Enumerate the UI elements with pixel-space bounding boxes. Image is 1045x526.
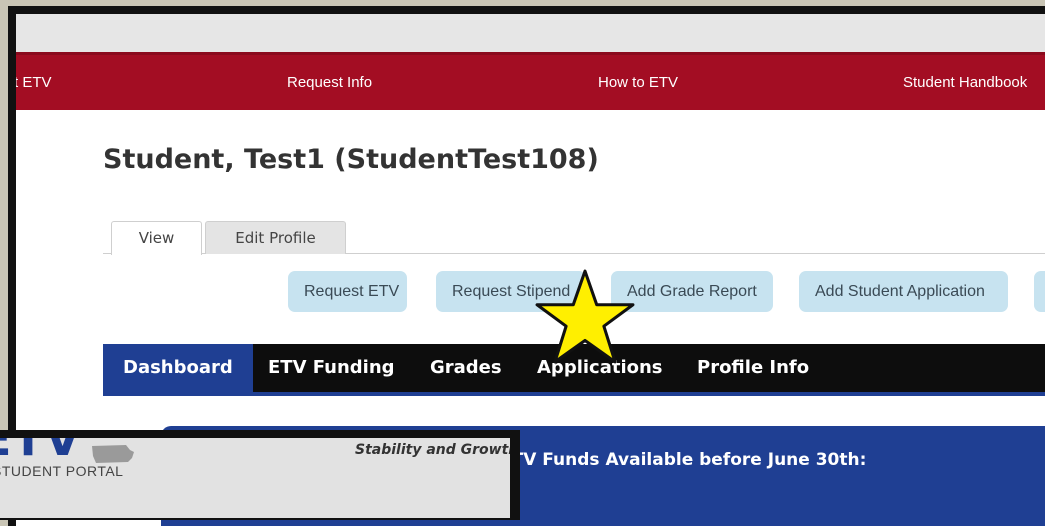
portal-tagline: Stability and Growth [355,442,510,458]
more-actions-button[interactable] [1034,271,1045,312]
state-map-icon [92,445,134,463]
dashnav-grades[interactable]: Grades [430,344,502,392]
inset-screenshot-frame: ETV STUDENT PORTAL Stability and Growth [0,430,520,520]
add-student-application-button[interactable]: Add Student Application [799,271,1008,312]
request-etv-button[interactable]: Request ETV [288,271,407,312]
topnav-student-handbook[interactable]: Student Handbook [903,55,1027,113]
topnav-request-info[interactable]: Request Info [287,55,372,113]
browser-chrome-strip [16,14,1045,52]
dashnav-dashboard[interactable]: Dashboard [103,344,253,392]
topnav-how-to-etv[interactable]: How to ETV [598,55,678,113]
top-navigation-bar: About ETV Request Info How to ETV Studen… [16,52,1045,110]
dashnav-profile-info[interactable]: Profile Info [697,344,809,392]
tab-edit-profile[interactable]: Edit Profile [205,221,346,254]
etv-logo: ETV [0,438,82,466]
page-title: Student, Test1 (StudentTest108) [103,144,599,175]
tab-view[interactable]: View [111,221,202,255]
star-icon [535,269,635,364]
topnav-about-etv[interactable]: About ETV [16,55,52,113]
funds-available-text: ETV Funds Available before June 30th: [500,450,867,470]
dashnav-etv-funding[interactable]: ETV Funding [268,344,395,392]
student-portal-label: STUDENT PORTAL [0,463,124,479]
portal-header-inset: ETV STUDENT PORTAL Stability and Growth [0,438,510,518]
